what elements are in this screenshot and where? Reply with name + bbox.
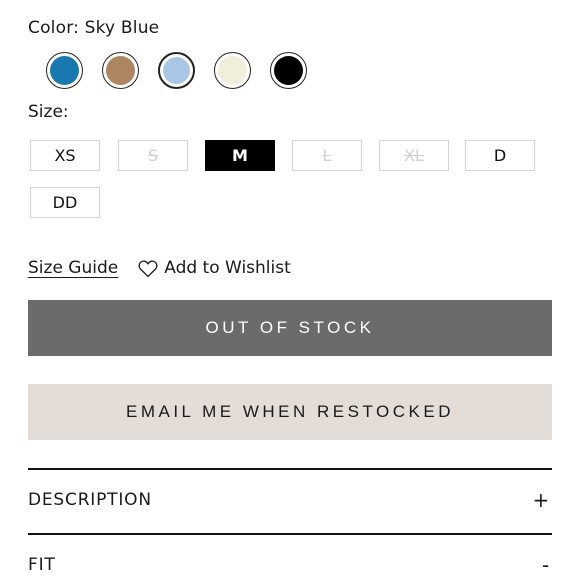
swatch-dot bbox=[163, 57, 190, 84]
size-m-button[interactable]: M bbox=[205, 140, 275, 171]
color-swatch-tan[interactable] bbox=[102, 52, 139, 89]
add-to-wishlist-link[interactable]: Add to Wishlist bbox=[138, 258, 291, 278]
size-xs-button[interactable]: XS bbox=[30, 140, 100, 171]
color-swatches bbox=[46, 52, 307, 89]
collapse-icon: - bbox=[541, 553, 550, 577]
divider bbox=[28, 468, 552, 470]
color-swatch-blue[interactable] bbox=[46, 52, 83, 89]
out-of-stock-button[interactable]: OUT OF STOCK bbox=[28, 300, 552, 356]
size-label: Size: bbox=[28, 102, 69, 122]
swatch-dot bbox=[106, 56, 135, 85]
email-restock-button[interactable]: EMAIL ME WHEN RESTOCKED bbox=[28, 384, 552, 440]
swatch-dot bbox=[274, 56, 303, 85]
accordion-description[interactable]: DESCRIPTION + bbox=[28, 488, 552, 512]
size-d-button[interactable]: D bbox=[465, 140, 535, 171]
heart-icon bbox=[138, 259, 158, 277]
swatch-dot bbox=[50, 56, 79, 85]
divider bbox=[28, 533, 552, 535]
swatch-dot bbox=[218, 56, 247, 85]
wishlist-label: Add to Wishlist bbox=[164, 258, 291, 278]
size-guide-link[interactable]: Size Guide bbox=[28, 258, 118, 278]
accordion-fit[interactable]: FIT - bbox=[28, 553, 552, 577]
expand-icon: + bbox=[532, 488, 550, 512]
size-dd-button[interactable]: DD bbox=[30, 187, 100, 218]
color-swatch-cream[interactable] bbox=[214, 52, 251, 89]
size-l-button[interactable]: L bbox=[292, 140, 362, 171]
size-s-button[interactable]: S bbox=[118, 140, 188, 171]
color-label: Color: Sky Blue bbox=[28, 18, 160, 38]
color-swatch-sky-blue[interactable] bbox=[158, 52, 195, 89]
accordion-title: DESCRIPTION bbox=[28, 490, 152, 510]
accordion-title: FIT bbox=[28, 555, 56, 575]
color-swatch-black[interactable] bbox=[270, 52, 307, 89]
links-row: Size Guide Add to Wishlist bbox=[28, 258, 291, 278]
size-xl-button[interactable]: XL bbox=[379, 140, 449, 171]
